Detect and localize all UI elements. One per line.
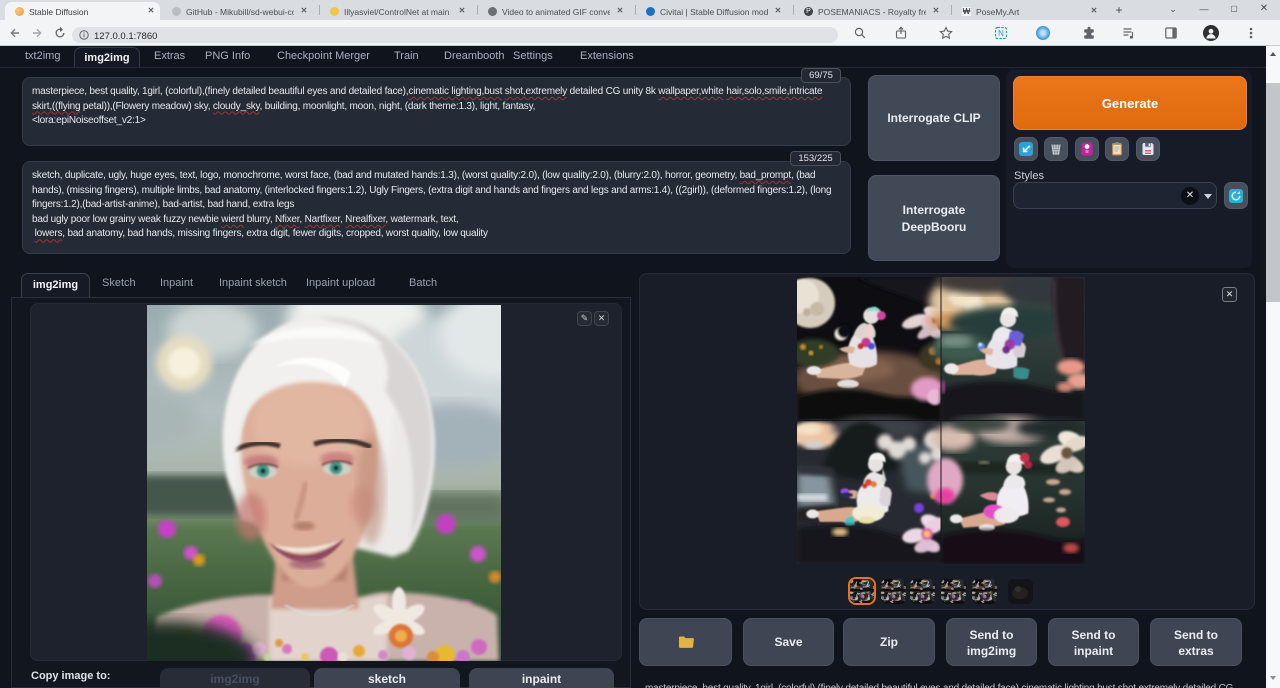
- svg-text:N: N: [998, 29, 1004, 38]
